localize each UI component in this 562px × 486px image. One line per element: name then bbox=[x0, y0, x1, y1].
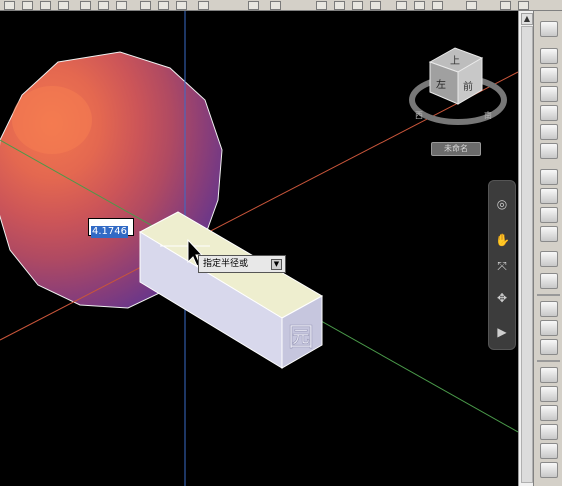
toolbar-separator bbox=[537, 360, 560, 362]
tooltip-text: 指定半径或 bbox=[203, 259, 249, 269]
viewcube-west-label[interactable]: 西 bbox=[415, 111, 423, 120]
toolbar-button[interactable] bbox=[540, 21, 558, 37]
loft-tool-icon[interactable] bbox=[540, 251, 558, 267]
array-3d-icon[interactable] bbox=[540, 424, 558, 440]
scroll-up-icon[interactable]: ▲ bbox=[521, 13, 533, 25]
zoom-extents-icon[interactable]: ⤧ bbox=[495, 259, 509, 273]
scroll-thumb[interactable] bbox=[521, 26, 533, 483]
move-3d-icon[interactable] bbox=[540, 367, 558, 383]
viewcube-left-label: 左 bbox=[436, 78, 446, 91]
toolbar-icon[interactable] bbox=[518, 1, 529, 10]
ucs-menu-button[interactable]: 未命名 bbox=[431, 142, 481, 156]
wedge-tool-icon[interactable] bbox=[540, 67, 558, 83]
sweep-tool-icon[interactable] bbox=[540, 207, 558, 223]
helix-tool-icon[interactable] bbox=[540, 273, 558, 289]
toolbar-separator bbox=[537, 294, 560, 296]
dynamic-input-value[interactable]: 4.1746 bbox=[91, 226, 128, 238]
steering-wheel-icon[interactable]: ◎ bbox=[495, 197, 509, 211]
subtract-tool-icon[interactable] bbox=[540, 320, 558, 336]
extrude-tool-icon[interactable] bbox=[540, 169, 558, 185]
presspull-tool-icon[interactable] bbox=[540, 188, 558, 204]
slice-tool-icon[interactable] bbox=[540, 443, 558, 459]
arrow-down-icon[interactable]: ▼ bbox=[271, 259, 282, 270]
align-3d-icon[interactable] bbox=[540, 405, 558, 421]
cone-tool-icon[interactable] bbox=[540, 86, 558, 102]
box-face-glyph: 园 bbox=[288, 323, 314, 353]
cylinder-tool-icon[interactable] bbox=[540, 124, 558, 140]
sphere-highlight bbox=[12, 86, 92, 154]
section-tool-icon[interactable] bbox=[540, 462, 558, 478]
pan-hand-icon[interactable]: ✋ bbox=[495, 233, 510, 247]
intersect-tool-icon[interactable] bbox=[540, 339, 558, 355]
torus-tool-icon[interactable] bbox=[540, 143, 558, 159]
union-tool-icon[interactable] bbox=[540, 301, 558, 317]
box-tool-icon[interactable] bbox=[540, 48, 558, 64]
rotate-3d-icon[interactable] bbox=[540, 386, 558, 402]
viewcube-front-label: 前 bbox=[463, 80, 473, 93]
3d-scene: 园 上 左 前 西 南 bbox=[0, 11, 518, 486]
viewcube-top-label: 上 bbox=[450, 55, 460, 67]
navigation-bar: ◎ ✋ ⤧ ✥ ▶ bbox=[488, 180, 516, 350]
vertical-scrollbar[interactable]: ▲ bbox=[518, 11, 533, 486]
right-modeling-toolbar bbox=[533, 11, 562, 486]
sphere-tool-icon[interactable] bbox=[540, 105, 558, 121]
viewcube-south-label[interactable]: 南 bbox=[484, 110, 492, 120]
dynamic-input-field[interactable]: 4.1746 bbox=[88, 218, 134, 238]
showmotion-icon[interactable]: ▶ bbox=[495, 325, 509, 339]
orbit-icon[interactable]: ✥ bbox=[495, 291, 509, 305]
command-prompt-tooltip: 指定半径或 ▼ bbox=[198, 255, 286, 273]
revolve-tool-icon[interactable] bbox=[540, 226, 558, 242]
